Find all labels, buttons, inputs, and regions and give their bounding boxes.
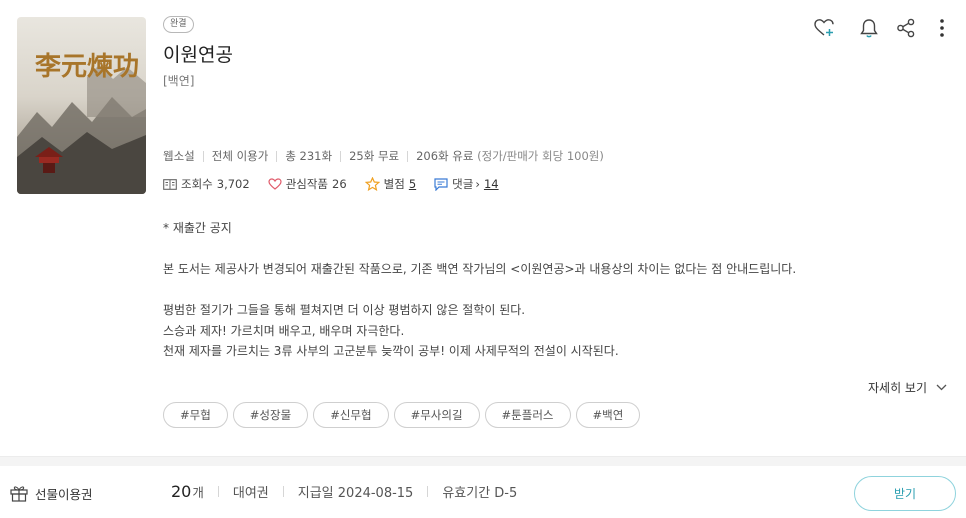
show-more-label: 자세히 보기: [868, 381, 928, 395]
tag-chip[interactable]: #무사의길: [393, 402, 480, 428]
show-more-button[interactable]: 자세히 보기: [868, 379, 947, 396]
gift-ticket-info: 20 개 대여권 지급일 2024-08-15 유효기간 D-5: [171, 482, 517, 501]
cover-artwork: 李元煉功: [17, 52, 146, 194]
likes-count: 26: [332, 177, 347, 191]
meta-free-episodes: 25화 무료: [349, 149, 400, 163]
likes-stat: 관심작품 26: [268, 176, 347, 192]
divider: [407, 150, 409, 162]
views-count: 3,702: [216, 177, 250, 191]
meta-total-episodes: 총 231화: [285, 149, 333, 163]
heart-icon: [268, 178, 282, 190]
meta-price-note: (정가/판매가 회당 100원): [477, 149, 604, 163]
views-label: 조회수: [181, 177, 213, 191]
divider: [276, 150, 278, 162]
divider: [217, 486, 219, 497]
gift-ticket-label: 선물이용권: [35, 487, 93, 502]
heart-plus-icon: [814, 19, 834, 36]
divider: [427, 486, 429, 497]
rating-label: 별점: [383, 177, 405, 191]
description-line: 스승과 제자! 가르치며 배우고, 배우며 자극한다.: [163, 323, 405, 338]
book-description: * 재출간 공지 본 도서는 제공사가 변경되어 재출간된 작품으로, 기존 백…: [163, 218, 863, 362]
description-line: 천재 제자를 가르치는 3류 사부의 고군분투 늦깍이 공부! 이제 사제무적의…: [163, 344, 619, 358]
gift-ticket-bar: 선물이용권 20 개 대여권 지급일 2024-08-15 유효기간 D-5 받기: [0, 466, 966, 518]
bell-icon: [860, 18, 878, 37]
ticket-count-unit: 개: [192, 485, 204, 500]
comments-stat[interactable]: 댓글 › 14: [434, 176, 499, 192]
chevron-down-icon: [936, 384, 947, 391]
notification-button[interactable]: [857, 16, 881, 40]
ticket-type: 대여권: [232, 486, 269, 501]
description-line: 평범한 절기가 그들을 통해 펼쳐지면 더 이상 평범하지 않은 절학이 된다.: [163, 303, 526, 317]
comments-count[interactable]: 14: [484, 177, 499, 191]
ticket-expiry: 유효기간 D-5: [442, 486, 518, 501]
description-line: 본 도서는 제공사가 변경되어 재출간된 작품으로, 기존 백연 작가님의 <이…: [163, 262, 797, 276]
status-badge: 완결: [163, 16, 194, 33]
tag-chip[interactable]: #신무협: [313, 402, 389, 428]
comment-icon: [434, 177, 448, 191]
heart-plus-button[interactable]: [813, 16, 837, 40]
more-options-button[interactable]: [930, 16, 954, 40]
cover-calligraphy: 李元煉功: [34, 52, 139, 82]
rating-value[interactable]: 5: [409, 177, 416, 191]
section-divider: [0, 456, 966, 466]
meta-age: 전체 이용가: [211, 149, 269, 163]
tag-chip[interactable]: #백연: [575, 402, 641, 428]
comments-arrow: ›: [475, 177, 480, 191]
book-stats: 조회수 3,702 관심작품 26 별점 5 댓글 › 14: [163, 176, 517, 192]
share-icon: [897, 18, 915, 38]
book-title: 이원연공: [163, 44, 233, 66]
tag-chip[interactable]: #성장물: [232, 402, 309, 428]
likes-label: 관심작품: [285, 177, 329, 191]
gift-icon: [10, 486, 28, 502]
description-line: * 재출간 공지: [163, 221, 232, 235]
meta-paid-episodes: 206화 유료: [416, 149, 474, 163]
ticket-issue-date: 지급일 2024-08-15: [297, 486, 414, 501]
book-cover: 李元煉功: [17, 17, 146, 194]
comments-label: 댓글: [452, 177, 474, 191]
ticket-count: 20: [171, 482, 192, 501]
tag-list: #무협 #성장물 #신무협 #무사의길 #툰플러스 #백연: [163, 402, 645, 428]
divider: [282, 486, 284, 497]
description-line: [163, 280, 863, 301]
receive-button[interactable]: 받기: [854, 476, 956, 511]
gift-ticket-title: 선물이용권: [10, 484, 93, 503]
star-icon: [364, 177, 380, 191]
views-icon: [163, 178, 177, 190]
divider: [202, 150, 204, 162]
rating-stat[interactable]: 별점 5: [364, 176, 416, 192]
book-meta: 웹소설 전체 이용가 총 231화 25화 무료 206화 유료 (정가/판매가…: [163, 148, 604, 164]
divider: [340, 150, 342, 162]
tag-chip[interactable]: #무협: [163, 402, 228, 428]
share-button[interactable]: [894, 16, 918, 40]
more-vertical-icon: [940, 19, 944, 37]
book-author[interactable]: [백연]: [163, 72, 194, 89]
tag-chip[interactable]: #툰플러스: [484, 402, 571, 428]
meta-category: 웹소설: [163, 149, 195, 163]
views-stat: 조회수 3,702: [163, 176, 250, 192]
description-line: [163, 239, 863, 260]
